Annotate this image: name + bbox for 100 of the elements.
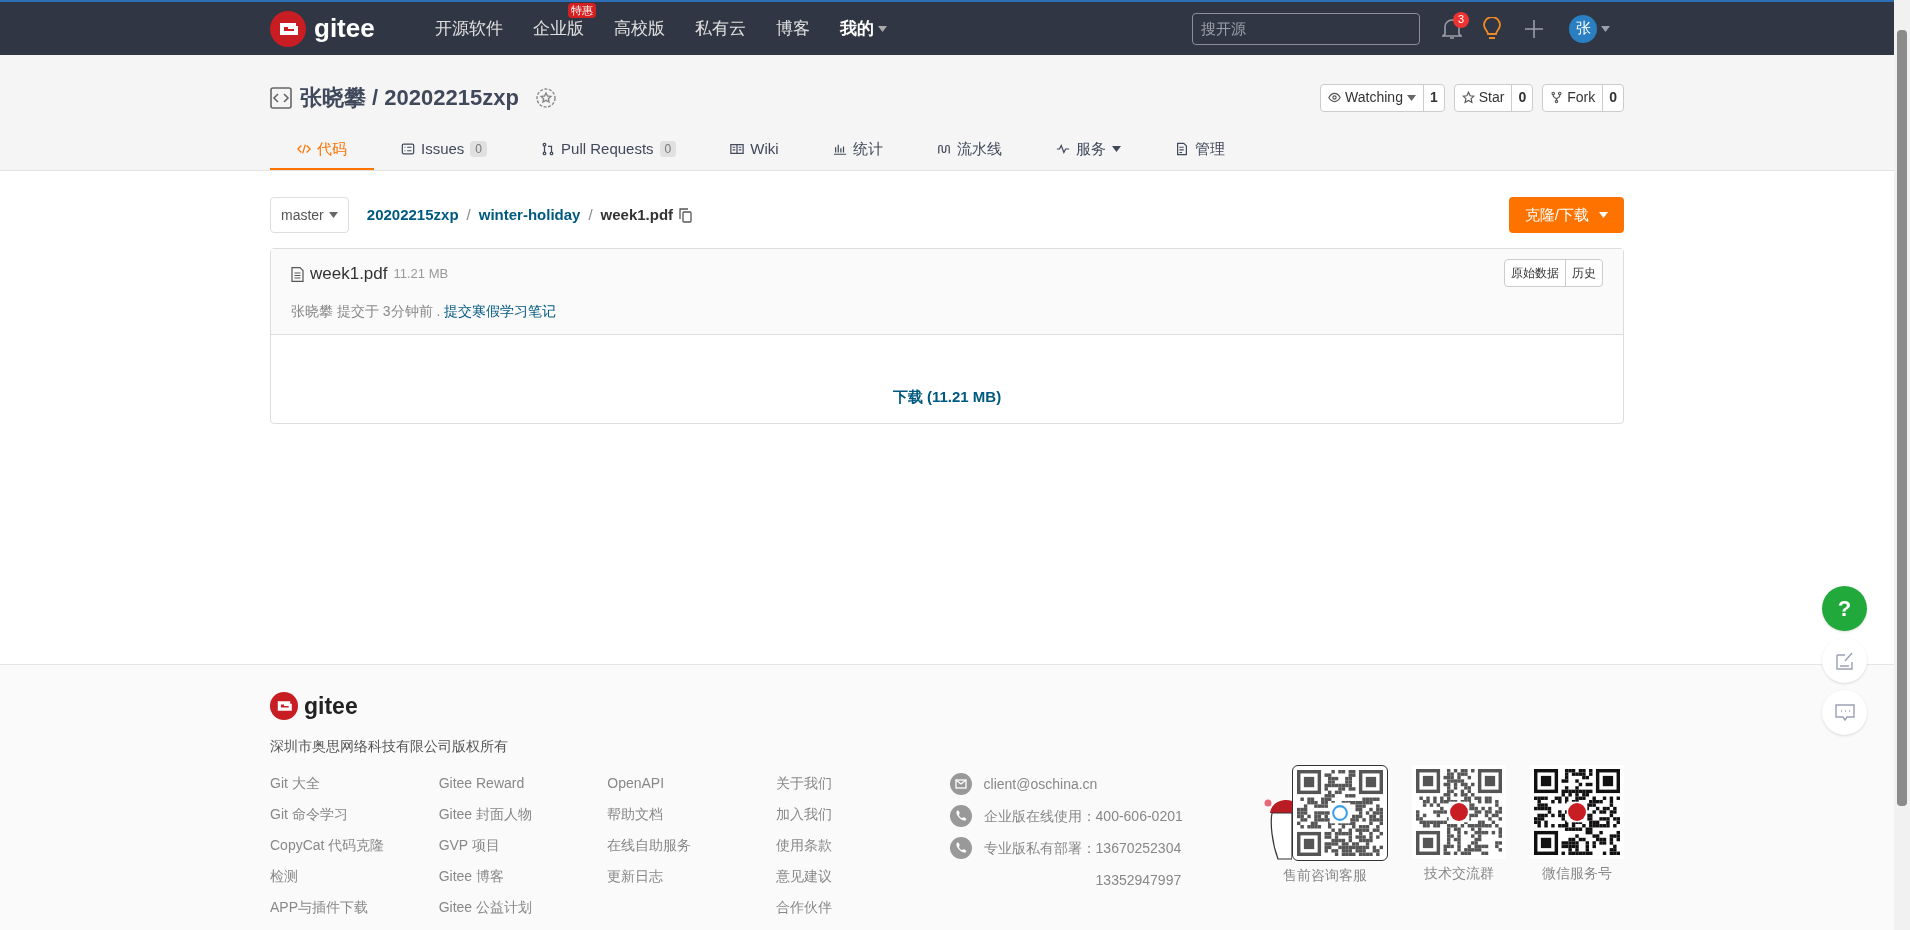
repo-tab[interactable]: Wiki (703, 130, 806, 170)
breadcrumb-link[interactable]: winter-holiday (478, 203, 581, 227)
pull-request-icon (541, 142, 556, 156)
repo-tab[interactable]: 统计 (805, 130, 910, 170)
repo-tab[interactable]: 流水线 (909, 130, 1029, 170)
book-icon (730, 142, 745, 156)
repo-tab[interactable]: 服务 (1028, 130, 1148, 170)
footer-link[interactable]: 关于我们 (775, 772, 945, 794)
file-name: week1.pdf (310, 263, 388, 286)
action-count[interactable]: 1 (1423, 84, 1444, 111)
qr-caption: 微信服务号 (1542, 863, 1612, 883)
contact-label: client@oschina.cn (983, 774, 1098, 794)
repo-tab[interactable]: Issues 0 (374, 130, 515, 170)
footer-link[interactable]: 帮助文档 (607, 803, 776, 825)
file-action-button[interactable]: 原始数据 (1505, 260, 1565, 286)
footer-link[interactable]: CopyCat 代码克隆 (270, 834, 439, 856)
user-avatar[interactable]: 张 (1569, 14, 1597, 43)
checklist-icon (401, 142, 415, 156)
code-icon (270, 86, 292, 109)
footer-link[interactable]: Git 大全 (270, 772, 439, 794)
qr-caption: 技术交流群 (1424, 863, 1494, 883)
caret-icon (1601, 25, 1610, 32)
nav-link[interactable]: 企业版 (532, 15, 584, 42)
caret-icon (877, 25, 887, 32)
caret-icon (328, 212, 338, 218)
branch-select[interactable]: master (270, 197, 349, 233)
nav-link[interactable]: 私有云 (694, 15, 746, 42)
contact-label: 企业版在线使用： (983, 806, 1096, 826)
phone-icon (949, 804, 972, 827)
star-icon (1461, 91, 1475, 104)
nav-link[interactable]: 博客 (775, 15, 810, 42)
gitee-logo-icon (270, 692, 298, 721)
caret-icon (1406, 94, 1416, 101)
repo-tab[interactable]: Pull Requests 0 (514, 130, 704, 170)
bar-chart-icon (832, 142, 847, 156)
download-link[interactable]: 下载 (11.21 MB) (892, 385, 1002, 408)
file-size: 11.21 MB (393, 265, 449, 284)
pipeline-icon (936, 142, 951, 156)
nav-link[interactable]: 高校版 (613, 15, 665, 42)
phone-number: 13670252304 (1095, 838, 1182, 858)
path-separator: / (466, 204, 471, 225)
nav-link[interactable]: 开源软件 (434, 15, 503, 42)
breadcrumb-link[interactable]: week1.pdf (600, 203, 674, 227)
footer-link[interactable]: Gitee Reward (438, 772, 608, 794)
footer-link[interactable]: Gitee 公益计划 (438, 896, 608, 918)
document-icon (1174, 142, 1189, 156)
fork-icon (1550, 91, 1564, 104)
phone-icon (949, 836, 972, 859)
nav-link[interactable]: 我的 (839, 15, 887, 42)
promo-badge: 特惠 (567, 2, 596, 18)
copyright-text: 深圳市奥思网络科技有限公司版权所有 (270, 736, 509, 756)
code-icon (297, 142, 311, 156)
plus-icon[interactable] (1524, 18, 1544, 39)
phone-number: 400-606-0201 (1095, 806, 1183, 826)
footer-link[interactable]: Gitee 封面人物 (438, 803, 608, 825)
gitee-logo-text[interactable]: gitee (314, 9, 375, 48)
repo-action-button[interactable]: Star (1454, 84, 1513, 111)
scrollbar[interactable] (1894, 0, 1910, 930)
footer-link[interactable]: 合作伙伴 (775, 896, 945, 918)
qr-caption: 售前咨询客服 (1283, 865, 1367, 885)
footer-link[interactable]: Gitee 博客 (438, 865, 608, 887)
contact-label: 专业版私有部署： (983, 838, 1096, 858)
award-icon[interactable] (534, 86, 557, 109)
notification-count: 3 (1453, 11, 1469, 28)
commit-info: 张晓攀 提交于 3分钟前 . (291, 302, 441, 321)
repo-tab[interactable]: 管理 (1147, 130, 1252, 170)
footer-link[interactable]: 使用条款 (775, 834, 945, 856)
gitee-logo-icon (270, 10, 306, 47)
footer-link[interactable]: 在线自助服务 (607, 834, 776, 856)
repo-action-button[interactable]: Fork (1543, 84, 1604, 111)
footer-link[interactable]: APP与插件下载 (270, 896, 439, 918)
file-icon (291, 266, 304, 282)
lightbulb-icon[interactable] (1482, 16, 1502, 41)
footer-link[interactable]: 加入我们 (775, 803, 945, 825)
tab-count: 0 (470, 141, 488, 157)
footer-link[interactable]: GVP 项目 (438, 834, 608, 856)
footer-link[interactable]: 意见建议 (775, 865, 945, 887)
file-action-button[interactable]: 历史 (1565, 260, 1602, 286)
eye-icon (1328, 91, 1342, 104)
pulse-icon (1055, 142, 1070, 156)
commit-message-link[interactable]: 提交寒假学习笔记 (444, 301, 557, 322)
copy-icon[interactable] (679, 207, 693, 223)
breadcrumb-link[interactable]: 20202215zxp (366, 203, 459, 227)
action-count[interactable]: 0 (1603, 84, 1623, 111)
action-count[interactable]: 0 (1512, 84, 1533, 111)
phone-number: 13352947997 (1095, 870, 1182, 890)
edit-icon (1835, 651, 1854, 670)
footer-link[interactable]: 检测 (270, 865, 439, 887)
repo-title[interactable]: 张晓攀 / 20202215zxp (300, 81, 519, 114)
footer-link[interactable]: Git 命令学习 (270, 803, 439, 825)
tab-count: 0 (659, 141, 677, 157)
repo-action-button[interactable]: Watching (1321, 84, 1424, 111)
footer-logo-text: gitee (304, 692, 358, 721)
search-field[interactable]: 搜开源 (1192, 12, 1420, 45)
bell-icon[interactable] (1442, 17, 1462, 40)
footer-link[interactable]: 更新日志 (607, 865, 776, 887)
message-icon (1834, 703, 1855, 722)
footer-link[interactable]: OpenAPI (607, 772, 776, 794)
path-separator: / (588, 204, 593, 225)
mail-icon (949, 772, 972, 795)
